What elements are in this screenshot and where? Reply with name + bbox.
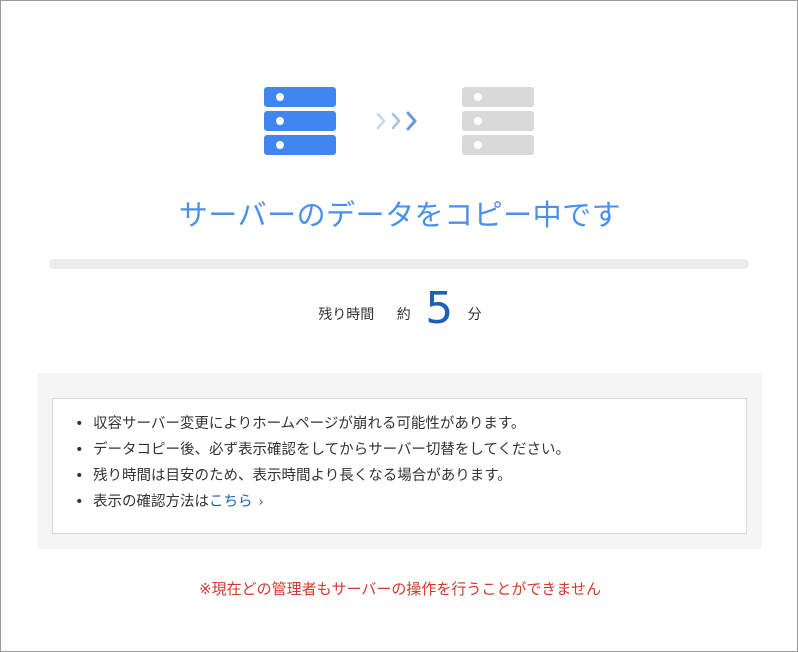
remaining-time: 残り時間 約 5 分 — [1, 283, 798, 334]
server-stack-icon — [264, 87, 336, 155]
confirm-method-link[interactable]: こちら › — [209, 494, 264, 510]
remaining-time-approx: 約 — [396, 307, 411, 323]
page-title: サーバーのデータをコピー中です — [178, 198, 622, 232]
dialog-frame: サーバーのデータをコピー中です 残り時間 約 5 分 収容サーバー変更によりホー… — [0, 0, 798, 652]
list-item: 表示の確認方法はこちら › — [75, 489, 746, 516]
notice-panel: 収容サーバー変更によりホームページが崩れる可能性があります。 データコピー後、必… — [37, 373, 762, 549]
remaining-time-value: 5 — [425, 283, 454, 334]
remaining-time-label: 残り時間 — [318, 307, 375, 323]
chevrons-right-icon — [376, 111, 417, 131]
copy-progress-bar — [49, 259, 749, 269]
server-stack-icon — [462, 87, 534, 155]
operation-locked-warning: ※現在どの管理者もサーバーの操作を行うことができません — [199, 580, 601, 598]
server-transfer-illustration — [264, 87, 536, 157]
list-item: 残り時間は目安のため、表示時間より長くなる場合があります。 — [75, 463, 746, 489]
notice-box: 収容サーバー変更によりホームページが崩れる可能性があります。 データコピー後、必… — [52, 398, 747, 534]
chevron-right-icon: › — [258, 495, 264, 510]
confirm-method-link-label: こちら — [209, 494, 253, 510]
notice-list: 収容サーバー変更によりホームページが崩れる可能性があります。 データコピー後、必… — [53, 399, 746, 516]
list-item: 収容サーバー変更によりホームページが崩れる可能性があります。 — [75, 411, 746, 437]
list-item: データコピー後、必ず表示確認をしてからサーバー切替をしてください。 — [75, 437, 746, 463]
confirm-method-text: 表示の確認方法は — [93, 494, 209, 510]
remaining-time-unit: 分 — [467, 307, 482, 323]
